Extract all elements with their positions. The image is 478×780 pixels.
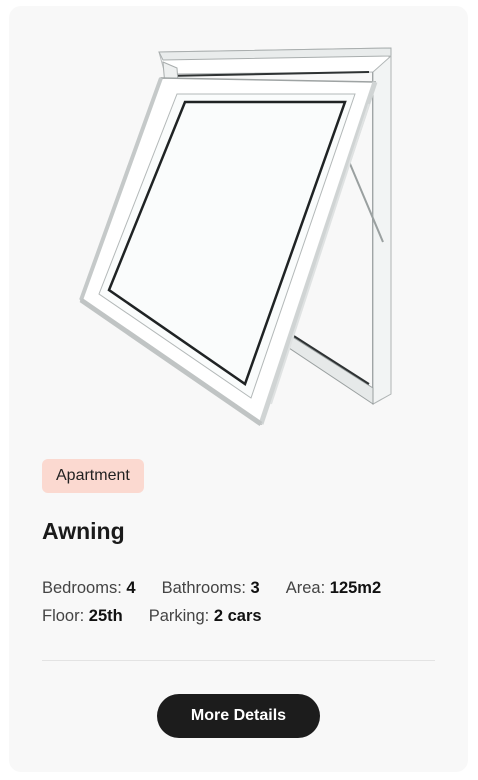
- spec-bathrooms-value: 3: [250, 578, 260, 597]
- spec-floor-label: Floor:: [42, 606, 85, 625]
- more-details-button[interactable]: More Details: [157, 694, 320, 738]
- spec-area-label: Area:: [285, 578, 326, 597]
- spec-area: Area: 125m2: [286, 579, 381, 598]
- spec-bedrooms: Bedrooms: 4: [42, 579, 136, 598]
- spec-bathrooms: Bathrooms: 3: [162, 579, 260, 598]
- spec-bedrooms-value: 4: [126, 578, 136, 597]
- listing-card: Apartment Awning Bedrooms: 4 Bathrooms: …: [9, 6, 468, 772]
- awning-window-image: [79, 47, 392, 427]
- divider: [42, 660, 435, 661]
- spec-parking-value: 2 cars: [213, 606, 262, 625]
- listing-title: Awning: [42, 518, 125, 544]
- spec-bathrooms-label: Bathrooms:: [161, 578, 246, 597]
- spec-bedrooms-label: Bedrooms:: [42, 578, 122, 597]
- spec-area-value: 125m2: [329, 578, 382, 597]
- category-badge: Apartment: [42, 459, 144, 493]
- spec-parking-label: Parking:: [148, 606, 210, 625]
- specs-list: Bedrooms: 4 Bathrooms: 3 Area: 125m2 Flo…: [42, 574, 452, 630]
- spec-floor: Floor: 25th: [42, 607, 123, 626]
- specs-row-1: Bedrooms: 4 Bathrooms: 3 Area: 125m2: [42, 574, 452, 602]
- spec-parking: Parking: 2 cars: [149, 607, 262, 626]
- spec-floor-value: 25th: [88, 606, 123, 625]
- specs-row-2: Floor: 25th Parking: 2 cars: [42, 602, 452, 630]
- window-photo: [39, 32, 439, 442]
